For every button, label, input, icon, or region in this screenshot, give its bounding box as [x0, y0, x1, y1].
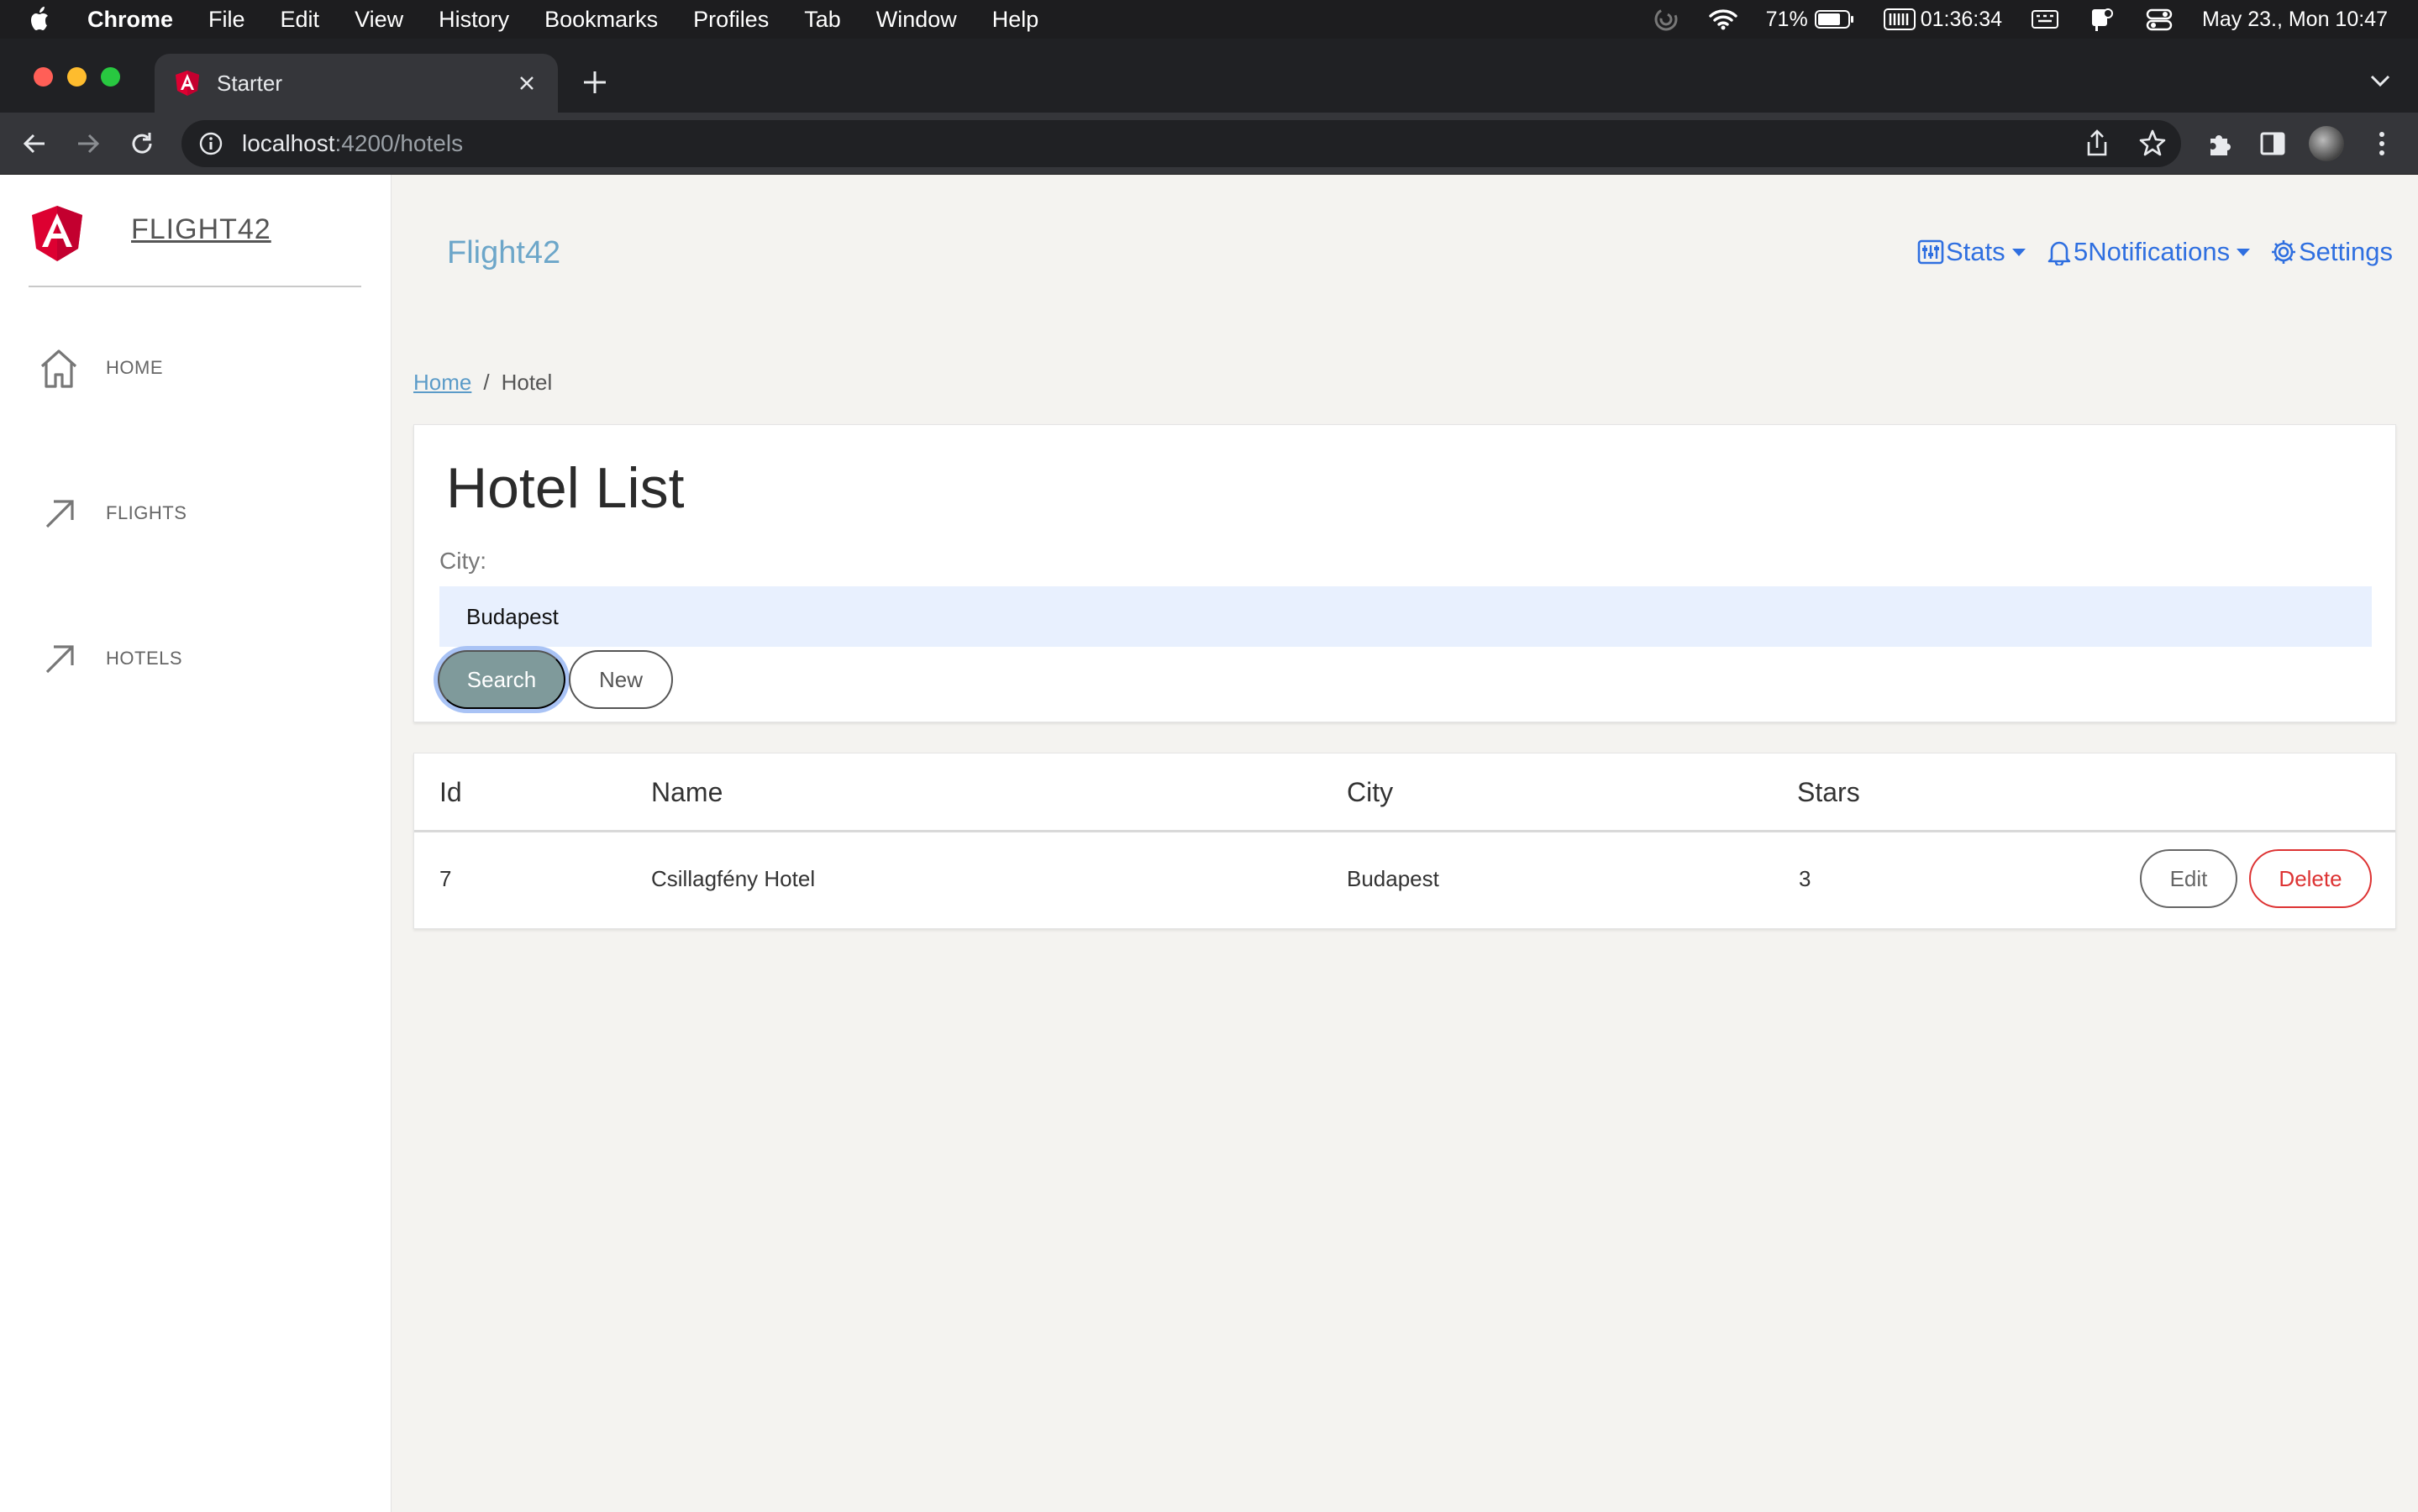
- browser-toolbar: localhost:4200/hotels: [0, 113, 2418, 175]
- breadcrumb-separator: /: [483, 370, 490, 395]
- hotel-table: Id Name City Stars 7 Csillagfény Hotel B…: [413, 753, 2396, 929]
- menu-tab[interactable]: Tab: [804, 7, 841, 33]
- battery-icon: [1814, 10, 1853, 29]
- sidebar-item-label: FLIGHTS: [106, 502, 187, 523]
- back-icon[interactable]: [18, 128, 50, 160]
- page-title: Hotel List: [446, 456, 685, 520]
- app-sidebar: FLIGHT42 HOME FLIGHTS HOTELS: [0, 175, 392, 1512]
- timer-icon: [1883, 8, 1916, 30]
- wifi-icon[interactable]: [1708, 7, 1737, 32]
- notifications-dropdown[interactable]: 5 Notifications: [2047, 237, 2251, 267]
- notifications-count: 5: [2074, 237, 2089, 266]
- forward-icon[interactable]: [72, 128, 104, 160]
- focus-spiral-icon[interactable]: [1652, 7, 1680, 32]
- breadcrumb: Home / Hotel: [413, 370, 552, 396]
- arrow-up-right-icon: [45, 500, 74, 528]
- keyboard-icon[interactable]: [2031, 7, 2059, 32]
- settings-label: Settings: [2299, 237, 2394, 266]
- browser-tab-strip: Starter: [0, 39, 2418, 113]
- column-header-id: Id: [439, 777, 462, 807]
- angular-logo-icon[interactable]: [30, 205, 84, 262]
- profile-avatar[interactable]: [2309, 126, 2344, 161]
- menu-window[interactable]: Window: [876, 7, 957, 33]
- menu-view[interactable]: View: [355, 7, 403, 33]
- settings-link[interactable]: Settings: [2270, 237, 2393, 267]
- arrow-up-right-icon: [45, 645, 74, 674]
- sliders-icon: [1917, 239, 1944, 265]
- menu-bookmarks[interactable]: Bookmarks: [544, 7, 658, 33]
- tab-title: Starter: [217, 70, 283, 96]
- stats-label: Stats: [1946, 237, 2005, 266]
- timer-status[interactable]: 01:36:34: [1883, 7, 2003, 32]
- sidebar-item-flights[interactable]: FLIGHTS: [39, 488, 358, 538]
- bell-icon: [2047, 241, 2071, 265]
- column-header-name: Name: [651, 777, 723, 807]
- cell-city: Budapest: [1347, 866, 1439, 891]
- control-center-icon[interactable]: [2145, 7, 2174, 32]
- sidebar-divider: [29, 286, 361, 287]
- reload-icon[interactable]: [126, 128, 158, 160]
- menu-profiles[interactable]: Profiles: [693, 7, 769, 33]
- table-header: Id Name City Stars: [414, 753, 2395, 832]
- cell-name: Csillagfény Hotel: [651, 866, 816, 891]
- macos-menu-bar: Chrome File Edit View History Bookmarks …: [0, 0, 2418, 39]
- side-panel-icon[interactable]: [2255, 126, 2290, 161]
- menu-help[interactable]: Help: [992, 7, 1039, 33]
- sidebar-brand-link[interactable]: FLIGHT42: [131, 213, 271, 246]
- menu-edit[interactable]: Edit: [281, 7, 320, 33]
- sidebar-item-hotels[interactable]: HOTELS: [39, 633, 358, 684]
- url-path: :4200/hotels: [334, 130, 464, 156]
- edit-button[interactable]: Edit: [2140, 849, 2237, 908]
- sidebar-item-home[interactable]: HOME: [39, 343, 358, 393]
- menu-file[interactable]: File: [208, 7, 245, 33]
- gear-icon: [2272, 240, 2295, 264]
- cell-stars: 3: [1799, 866, 1811, 891]
- search-button[interactable]: Search: [438, 650, 565, 709]
- hotel-search-card: Hotel List City: Budapest Search New: [413, 424, 2396, 722]
- caret-down-icon: [2237, 248, 2251, 256]
- city-input[interactable]: Budapest: [439, 586, 2372, 647]
- url-host: localhost: [242, 130, 335, 156]
- tab-search-chevron-icon[interactable]: [2368, 71, 2393, 91]
- breadcrumb-current: Hotel: [501, 370, 553, 395]
- window-close-button[interactable]: [34, 67, 53, 87]
- city-label: City:: [439, 548, 486, 574]
- site-info-icon[interactable]: [198, 131, 223, 156]
- column-header-stars: Stars: [1797, 777, 1860, 807]
- apple-icon[interactable]: [29, 5, 54, 34]
- battery-status[interactable]: 71%: [1766, 8, 1855, 32]
- flag-icon[interactable]: [2088, 7, 2116, 32]
- delete-button[interactable]: Delete: [2249, 849, 2372, 908]
- window-minimize-button[interactable]: [67, 67, 87, 87]
- new-button[interactable]: New: [569, 650, 673, 709]
- share-icon[interactable]: [2080, 126, 2114, 160]
- menubar-status-area: 71% 01:36:34 May 23., Mon 10:47: [1652, 0, 2388, 39]
- sidebar-item-label: HOME: [106, 357, 163, 378]
- tab-close-icon[interactable]: [514, 71, 539, 96]
- bookmark-star-icon[interactable]: [2136, 126, 2169, 160]
- stats-dropdown[interactable]: Stats: [1917, 237, 2026, 267]
- breadcrumb-home-link[interactable]: Home: [413, 370, 471, 396]
- window-zoom-button[interactable]: [101, 67, 120, 87]
- sidebar-item-label: HOTELS: [106, 648, 183, 669]
- navbar-brand[interactable]: Flight42: [447, 235, 560, 271]
- caret-down-icon: [2011, 248, 2026, 256]
- chrome-menu-icon[interactable]: [2364, 126, 2400, 161]
- date-time[interactable]: May 23., Mon 10:47: [2202, 8, 2388, 32]
- extensions-icon[interactable]: [2201, 126, 2237, 161]
- cell-id: 7: [439, 866, 452, 891]
- home-icon: [40, 349, 77, 388]
- battery-percent: 71%: [1765, 7, 1808, 31]
- address-bar[interactable]: localhost:4200/hotels: [181, 120, 2181, 167]
- notifications-label: Notifications: [2088, 237, 2231, 266]
- timer-text: 01:36:34: [1920, 7, 2003, 31]
- angular-favicon-icon: [176, 71, 199, 96]
- browser-tab-active[interactable]: Starter: [155, 54, 558, 113]
- column-header-city: City: [1347, 777, 1394, 807]
- menu-history[interactable]: History: [439, 7, 509, 33]
- new-tab-icon[interactable]: [580, 67, 610, 97]
- menu-app-chrome[interactable]: Chrome: [87, 7, 173, 33]
